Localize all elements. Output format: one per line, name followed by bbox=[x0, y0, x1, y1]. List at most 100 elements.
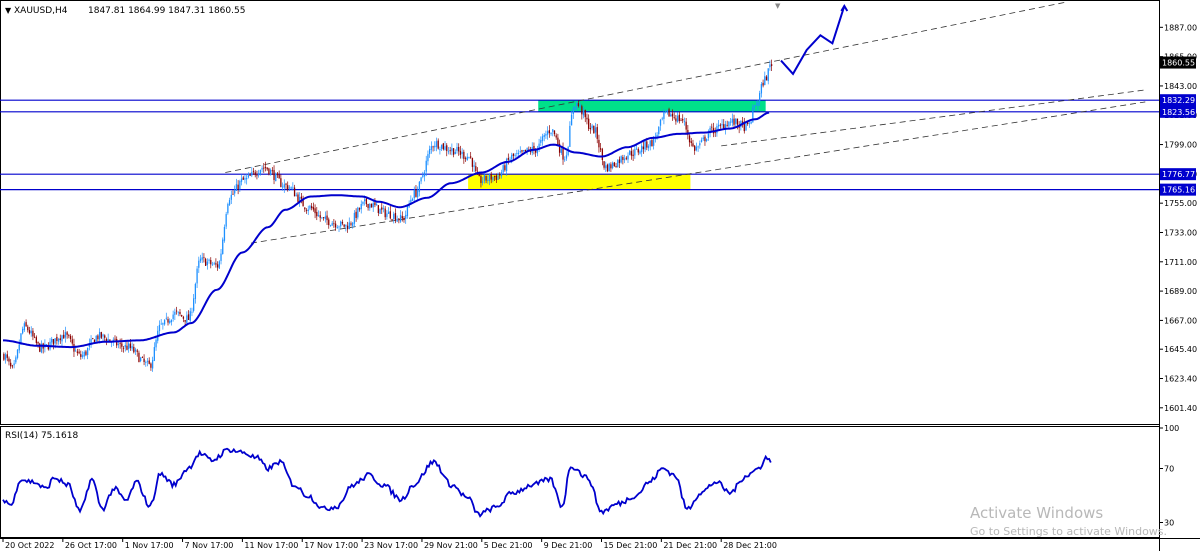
candle-body bbox=[57, 339, 60, 342]
candle-body bbox=[211, 264, 214, 266]
candle-body bbox=[343, 224, 345, 227]
candle-body bbox=[143, 358, 145, 363]
candle-body bbox=[30, 330, 32, 334]
candle-body bbox=[588, 118, 590, 129]
candle-body bbox=[428, 149, 431, 155]
moving-average-line bbox=[3, 111, 770, 349]
candle-body bbox=[427, 154, 429, 162]
candle-body bbox=[760, 84, 763, 94]
time-tick-label: 21 Dec 21:00 bbox=[663, 541, 717, 550]
candle-body bbox=[495, 175, 497, 180]
candle-body bbox=[377, 205, 379, 214]
candle-body bbox=[247, 175, 250, 178]
candle-body bbox=[16, 349, 19, 358]
trend-channel-line bbox=[225, 1, 1067, 173]
candle-body bbox=[548, 130, 550, 134]
candle-body bbox=[369, 203, 371, 209]
candle-body bbox=[271, 170, 273, 172]
chart-canvas[interactable]: 1887.001865.001843.001821.001799.001777.… bbox=[0, 0, 1200, 551]
trend-channel-line bbox=[250, 101, 1146, 244]
candle-body bbox=[470, 156, 472, 158]
candle-body bbox=[102, 334, 104, 337]
candle-body bbox=[442, 143, 444, 150]
candle-body bbox=[331, 223, 333, 226]
candle-body bbox=[487, 179, 489, 181]
candle-body bbox=[288, 187, 291, 189]
candle-body bbox=[463, 151, 465, 159]
menu-triangle-icon[interactable]: ▼ bbox=[5, 6, 12, 15]
candle-body bbox=[352, 222, 354, 226]
candle-body bbox=[146, 361, 149, 363]
candle-body bbox=[203, 257, 205, 259]
candle-body bbox=[179, 311, 181, 315]
candle-body bbox=[117, 344, 120, 346]
candle-body bbox=[658, 126, 660, 135]
candle-body bbox=[312, 207, 315, 210]
candle-body bbox=[697, 146, 699, 148]
candle-body bbox=[121, 343, 123, 347]
candle-body bbox=[435, 141, 438, 147]
candle-body bbox=[374, 202, 376, 206]
candle-body bbox=[32, 330, 34, 337]
candle-body bbox=[134, 349, 137, 352]
shift-marker-icon[interactable]: ▼ bbox=[775, 2, 781, 10]
candle-body bbox=[297, 194, 299, 202]
candle-body bbox=[714, 132, 716, 133]
candle-body bbox=[150, 363, 152, 368]
candle-body bbox=[194, 283, 197, 299]
candle-body bbox=[540, 140, 542, 143]
candle-body bbox=[468, 156, 470, 158]
watermark-subtitle: Go to Settings to activate Windows. bbox=[970, 525, 1167, 538]
candle-body bbox=[514, 154, 516, 156]
candle-body bbox=[459, 150, 462, 155]
candle-body bbox=[186, 315, 188, 323]
candle-body bbox=[405, 214, 407, 219]
candle-body bbox=[423, 172, 426, 177]
candle-body bbox=[507, 157, 509, 160]
candle-body bbox=[543, 134, 545, 137]
candle-body bbox=[500, 172, 503, 177]
candle-body bbox=[353, 212, 356, 224]
candle-body bbox=[252, 170, 255, 172]
candle-body bbox=[546, 131, 549, 135]
candle-body bbox=[582, 110, 585, 116]
candle-body bbox=[85, 351, 87, 355]
candle-body bbox=[516, 153, 518, 154]
candle-body bbox=[204, 258, 207, 266]
candle-body bbox=[326, 215, 328, 221]
candle-body bbox=[521, 150, 523, 152]
candle-body bbox=[68, 335, 70, 337]
candle-body bbox=[492, 176, 494, 181]
candle-body bbox=[717, 124, 720, 127]
candle-body bbox=[576, 102, 578, 106]
candle-body bbox=[415, 189, 417, 197]
candle-body bbox=[589, 128, 592, 130]
candle-body bbox=[482, 181, 484, 183]
rsi-label: RSI(14) 75.1618 bbox=[5, 431, 78, 441]
candle-body bbox=[399, 214, 402, 222]
candle-body bbox=[512, 153, 515, 156]
candle-body bbox=[511, 154, 513, 159]
candle-body bbox=[249, 175, 251, 176]
candle-body bbox=[273, 170, 275, 180]
candle-body bbox=[309, 205, 311, 209]
candle-body bbox=[20, 333, 22, 344]
candle-body bbox=[206, 261, 208, 266]
candle-body bbox=[45, 344, 48, 345]
trend-channel-line bbox=[721, 89, 1146, 147]
candle-body bbox=[466, 156, 468, 161]
trading-chart[interactable]: 1887.001865.001843.001821.001799.001777.… bbox=[0, 0, 1200, 551]
candle-body bbox=[694, 145, 696, 151]
candle-body bbox=[208, 259, 210, 261]
candle-body bbox=[675, 118, 677, 122]
candle-body bbox=[663, 112, 665, 119]
price-tick-label: 1755.00 bbox=[1164, 199, 1197, 208]
candle-body bbox=[629, 150, 631, 155]
candle-body bbox=[86, 347, 89, 356]
candle-body bbox=[586, 117, 588, 120]
candle-body bbox=[499, 174, 501, 176]
time-tick-label: 7 Nov 17:00 bbox=[185, 541, 234, 550]
candle-body bbox=[256, 174, 258, 176]
candle-body bbox=[750, 121, 752, 124]
ohlc-readout: 1847.81 1864.99 1847.31 1860.55 bbox=[88, 6, 245, 16]
